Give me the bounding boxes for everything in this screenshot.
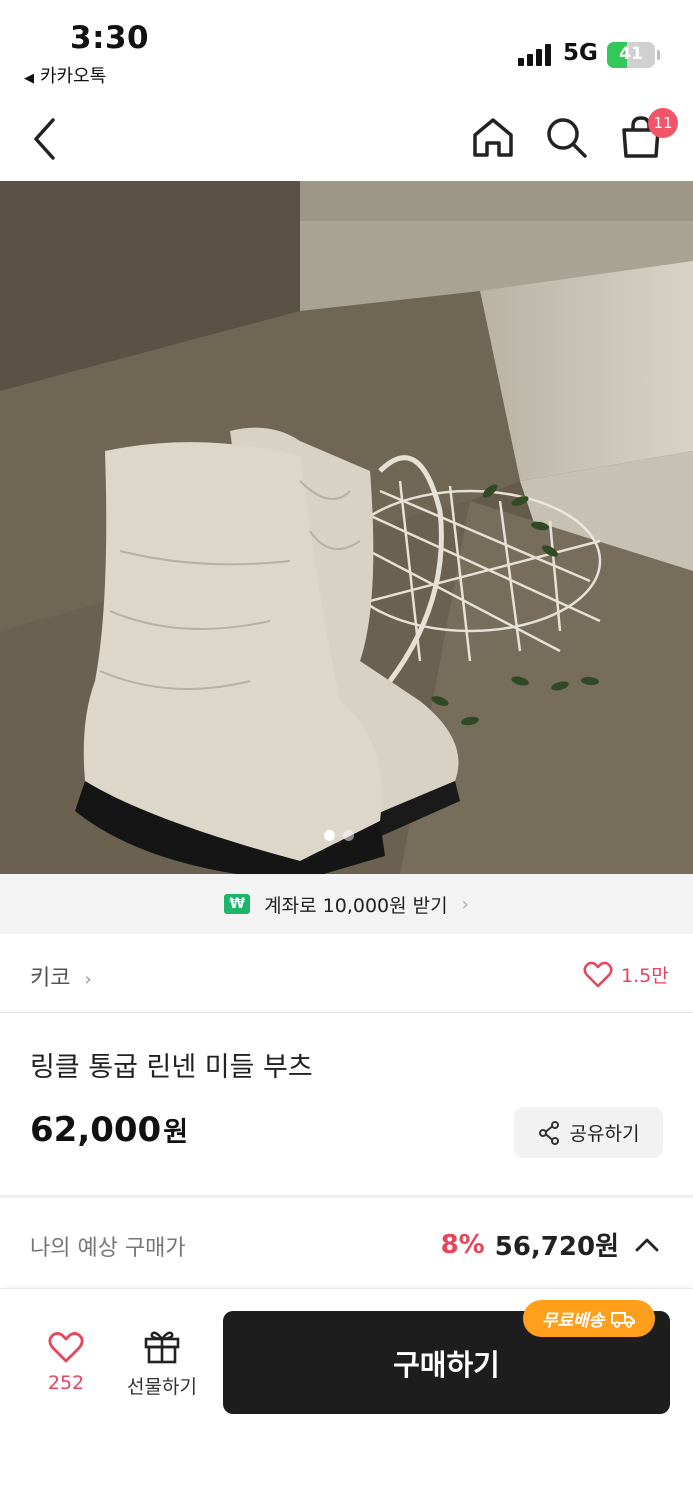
wishlist-button[interactable]: 252 (38, 1330, 94, 1394)
product-price: 62,000원 (30, 1110, 188, 1150)
top-nav (0, 100, 693, 180)
status-bar: 3:30 ◀ 카카오톡 5G 41 (0, 0, 693, 92)
heart-icon (583, 961, 613, 988)
brand-name: 키코 (30, 966, 71, 991)
search-icon[interactable] (543, 114, 589, 164)
divider (0, 1012, 693, 1013)
discount-rate: 8% (440, 1229, 485, 1260)
chevron-right-icon: › (84, 969, 92, 990)
share-icon (538, 1120, 559, 1145)
estimated-price: 56,720원 (494, 1232, 619, 1262)
product-title: 링클 통굽 린넨 미들 부츠 (30, 1052, 313, 1083)
heart-icon (48, 1332, 84, 1363)
product-photo-illustration (0, 181, 693, 874)
cellular-signal-icon (518, 44, 554, 66)
chevron-up-icon (635, 1238, 659, 1251)
gift-button[interactable]: 선물하기 (118, 1328, 206, 1399)
truck-icon (611, 1311, 636, 1328)
back-chevron-icon[interactable] (28, 114, 62, 168)
status-time: 3:30 (70, 20, 150, 56)
network-type: 5G (563, 40, 598, 66)
page-dot (343, 830, 354, 841)
back-triangle-icon: ◀ (24, 71, 34, 86)
share-button[interactable]: 공유하기 (514, 1107, 663, 1158)
free-shipping-label: 무료배송 (541, 1311, 605, 1331)
back-to-app-link[interactable]: ◀ 카카오톡 (24, 62, 106, 88)
price-unit: 원 (163, 1117, 189, 1148)
page-dot-active (324, 830, 335, 841)
cart-count-badge: 11 (648, 108, 678, 138)
promo-text: 계좌로 10,000원 받기 (264, 894, 448, 917)
account-reward-banner[interactable]: ₩ 계좌로 10,000원 받기 › (0, 874, 693, 934)
chevron-right-icon: › (461, 893, 469, 915)
won-badge-icon: ₩ (224, 894, 251, 914)
battery-cap (657, 50, 660, 60)
share-label: 공유하기 (569, 1123, 640, 1145)
estimated-price-toggle[interactable]: 8% 56,720원 (441, 1226, 659, 1263)
image-page-indicator (324, 826, 362, 845)
battery-icon: 41 (607, 42, 655, 68)
product-image[interactable] (0, 181, 693, 874)
gift-icon (144, 1331, 180, 1364)
wishlist-count: 252 (47, 1372, 85, 1394)
back-app-label: 카카오톡 (40, 66, 107, 87)
like-count: 1.5만 (621, 964, 669, 987)
like-button[interactable]: 1.5만 (583, 958, 669, 990)
price-value: 62,000 (30, 1110, 162, 1150)
estimated-price-label: 나의 예상 구매가 (30, 1236, 186, 1261)
brand-link[interactable]: 키코 › (30, 960, 92, 992)
free-shipping-badge: 무료배송 (523, 1300, 655, 1337)
battery-percent: 41 (619, 44, 643, 64)
section-divider (0, 1195, 693, 1198)
gift-label: 선물하기 (127, 1376, 197, 1398)
home-icon[interactable] (470, 114, 516, 164)
